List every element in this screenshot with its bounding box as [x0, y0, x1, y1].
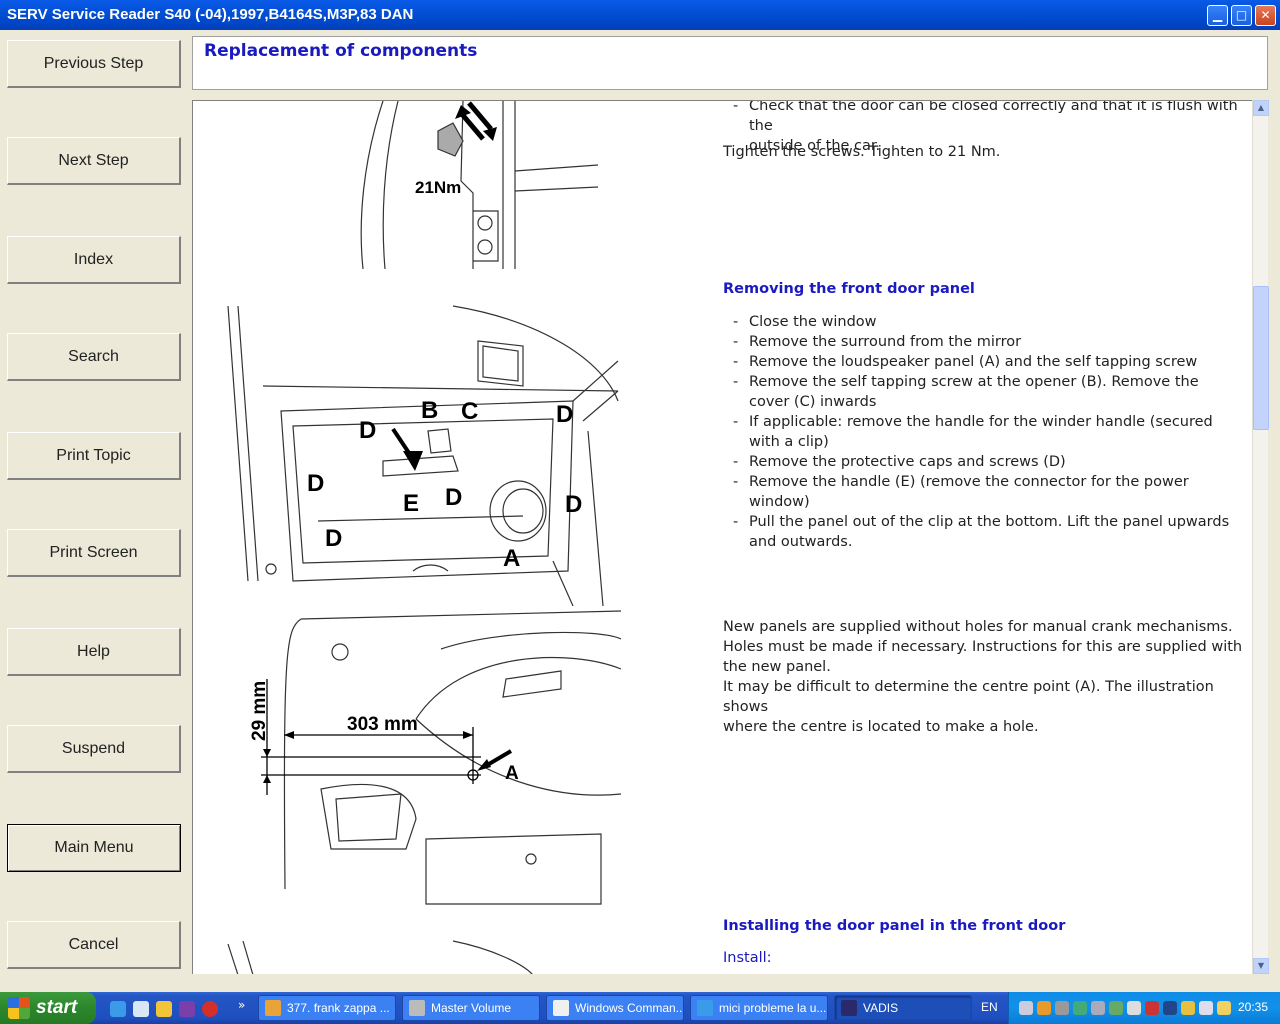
tighten-text: Tighten the screws. Tighten to 21 Nm.: [723, 144, 1001, 160]
ie-icon: [697, 1000, 713, 1016]
note-line: It may be difficult to determine the cen…: [723, 679, 1214, 715]
install-subheading: Install:: [723, 950, 772, 966]
previous-step-button[interactable]: Previous Step: [7, 40, 181, 88]
label-d-1: D: [359, 417, 376, 444]
close-button[interactable]: ✕: [1255, 5, 1276, 26]
search-button[interactable]: Search: [7, 333, 181, 381]
task-button-2[interactable]: Master Volume: [402, 995, 540, 1021]
app-icon[interactable]: [179, 1001, 195, 1017]
maximize-button[interactable]: □: [1231, 5, 1252, 26]
note-line: New panels are supplied without holes fo…: [723, 619, 1233, 635]
minimize-icon: ▁: [1212, 8, 1223, 22]
list-item: Close the window: [723, 312, 1243, 332]
figure-door-install: [227, 940, 533, 974]
task-button-3[interactable]: Windows Comman...: [546, 995, 684, 1021]
minimize-button[interactable]: ▁: [1207, 5, 1228, 26]
scroll-up-button[interactable]: ▲: [1253, 100, 1269, 116]
note-line: where the centre is located to make a ho…: [723, 719, 1039, 735]
cancel-button[interactable]: Cancel: [7, 921, 181, 969]
desktop-icon[interactable]: [133, 1001, 149, 1017]
tray-icon[interactable]: [1037, 1001, 1051, 1015]
label-d-5: D: [565, 491, 582, 518]
index-button[interactable]: Index: [7, 236, 181, 284]
content-pane: 21Nm B C D D D D D D E A 303 mm 29 mm A …: [192, 100, 1252, 974]
start-button[interactable]: start: [0, 992, 96, 1024]
label-d-4: D: [445, 484, 462, 511]
tray-icon[interactable]: [1163, 1001, 1177, 1015]
main-menu-button[interactable]: Main Menu: [7, 824, 181, 872]
close-icon: ✕: [1260, 8, 1271, 22]
messenger-icon[interactable]: [156, 1001, 172, 1017]
tray-icon[interactable]: [1073, 1001, 1087, 1015]
windows-logo-icon: [8, 997, 30, 1019]
window-title: SERV Service Reader S40 (-04),1997,B4164…: [7, 6, 414, 23]
volume-icon: [409, 1000, 425, 1016]
section-heading-installing: Installing the door panel in the front d…: [723, 918, 1066, 934]
tray-icon[interactable]: [1019, 1001, 1033, 1015]
note-line: the new panel.: [723, 659, 831, 675]
note-paragraph: New panels are supplied without holes fo…: [723, 617, 1243, 737]
label-d-3: D: [307, 470, 324, 497]
tray-icon[interactable]: [1145, 1001, 1159, 1015]
label-a: A: [503, 545, 520, 572]
clock: 20:35: [1237, 1000, 1268, 1014]
next-step-button[interactable]: Next Step: [7, 137, 181, 185]
removal-steps-list: Close the windowRemove the surround from…: [723, 312, 1243, 552]
label-c: C: [461, 398, 478, 425]
page-title: Replacement of components: [204, 41, 478, 61]
label-e: E: [403, 490, 419, 517]
ie-icon[interactable]: [110, 1001, 126, 1017]
label-d-6: D: [325, 525, 342, 552]
figure-measurement: 303 mm 29 mm A: [249, 610, 622, 905]
list-item: Pull the panel out of the clip at the bo…: [723, 512, 1243, 552]
system-tray: 20:35: [1008, 992, 1280, 1024]
print-screen-button[interactable]: Print Screen: [7, 529, 181, 577]
dim-vertical-label: 29 mm: [249, 681, 270, 741]
chevron-down-icon: ▼: [1257, 961, 1265, 970]
tray-icon[interactable]: [1109, 1001, 1123, 1015]
maximize-icon: □: [1235, 8, 1248, 22]
label-b: B: [421, 397, 438, 424]
note-line: Holes must be made if necessary. Instruc…: [723, 639, 1243, 655]
figure-door-hinge: 21Nm: [360, 101, 599, 270]
list-item: Remove the handle (E) (remove the connec…: [723, 472, 1243, 512]
media-icon[interactable]: [202, 1001, 218, 1017]
tray-icon[interactable]: [1127, 1001, 1141, 1015]
section-heading-removing: Removing the front door panel: [723, 281, 975, 297]
chevron-up-icon: ▲: [1257, 103, 1265, 112]
language-indicator[interactable]: EN: [981, 1000, 998, 1014]
tray-icon[interactable]: [1181, 1001, 1195, 1015]
floppy-icon: [553, 1000, 569, 1016]
title-bar: SERV Service Reader S40 (-04),1997,B4164…: [0, 0, 1280, 30]
vertical-scrollbar[interactable]: ▲ ▼: [1252, 100, 1269, 974]
list-item: Remove the protective caps and screws (D…: [723, 452, 1243, 472]
figure-door-panel: B C D D D D D D E A: [227, 305, 619, 606]
task-button-5[interactable]: VADIS: [834, 995, 972, 1021]
label-a-centre: A: [505, 763, 519, 784]
print-topic-button[interactable]: Print Topic: [7, 432, 181, 480]
taskbar: start » 377. frank zappa ... Master Volu…: [0, 992, 1280, 1024]
help-button[interactable]: Help: [7, 628, 181, 676]
task-button-4[interactable]: mici probleme la u...: [690, 995, 828, 1021]
speaker-icon[interactable]: [1055, 1001, 1069, 1015]
scroll-thumb[interactable]: [1253, 286, 1269, 430]
dim-horizontal-label: 303 mm: [347, 714, 418, 735]
tray-icon[interactable]: [1217, 1001, 1231, 1015]
winamp-icon: [265, 1000, 281, 1016]
topic-header: Replacement of components: [192, 36, 1268, 90]
list-item: Remove the self tapping screw at the ope…: [723, 372, 1243, 412]
label-d-2: D: [556, 401, 573, 428]
chevron-right-icon[interactable]: »: [238, 998, 245, 1012]
list-item: If applicable: remove the handle for the…: [723, 412, 1243, 452]
suspend-button[interactable]: Suspend: [7, 725, 181, 773]
torque-label: 21Nm: [415, 178, 461, 197]
list-item: Remove the loudspeaker panel (A) and the…: [723, 352, 1243, 372]
task-button-1[interactable]: 377. frank zappa ...: [258, 995, 396, 1021]
start-label: start: [36, 997, 78, 1018]
tray-icon[interactable]: [1199, 1001, 1213, 1015]
list-item: Remove the surround from the mirror: [723, 332, 1243, 352]
tray-icon[interactable]: [1091, 1001, 1105, 1015]
scroll-down-button[interactable]: ▼: [1253, 958, 1269, 974]
vadis-icon: [841, 1000, 857, 1016]
